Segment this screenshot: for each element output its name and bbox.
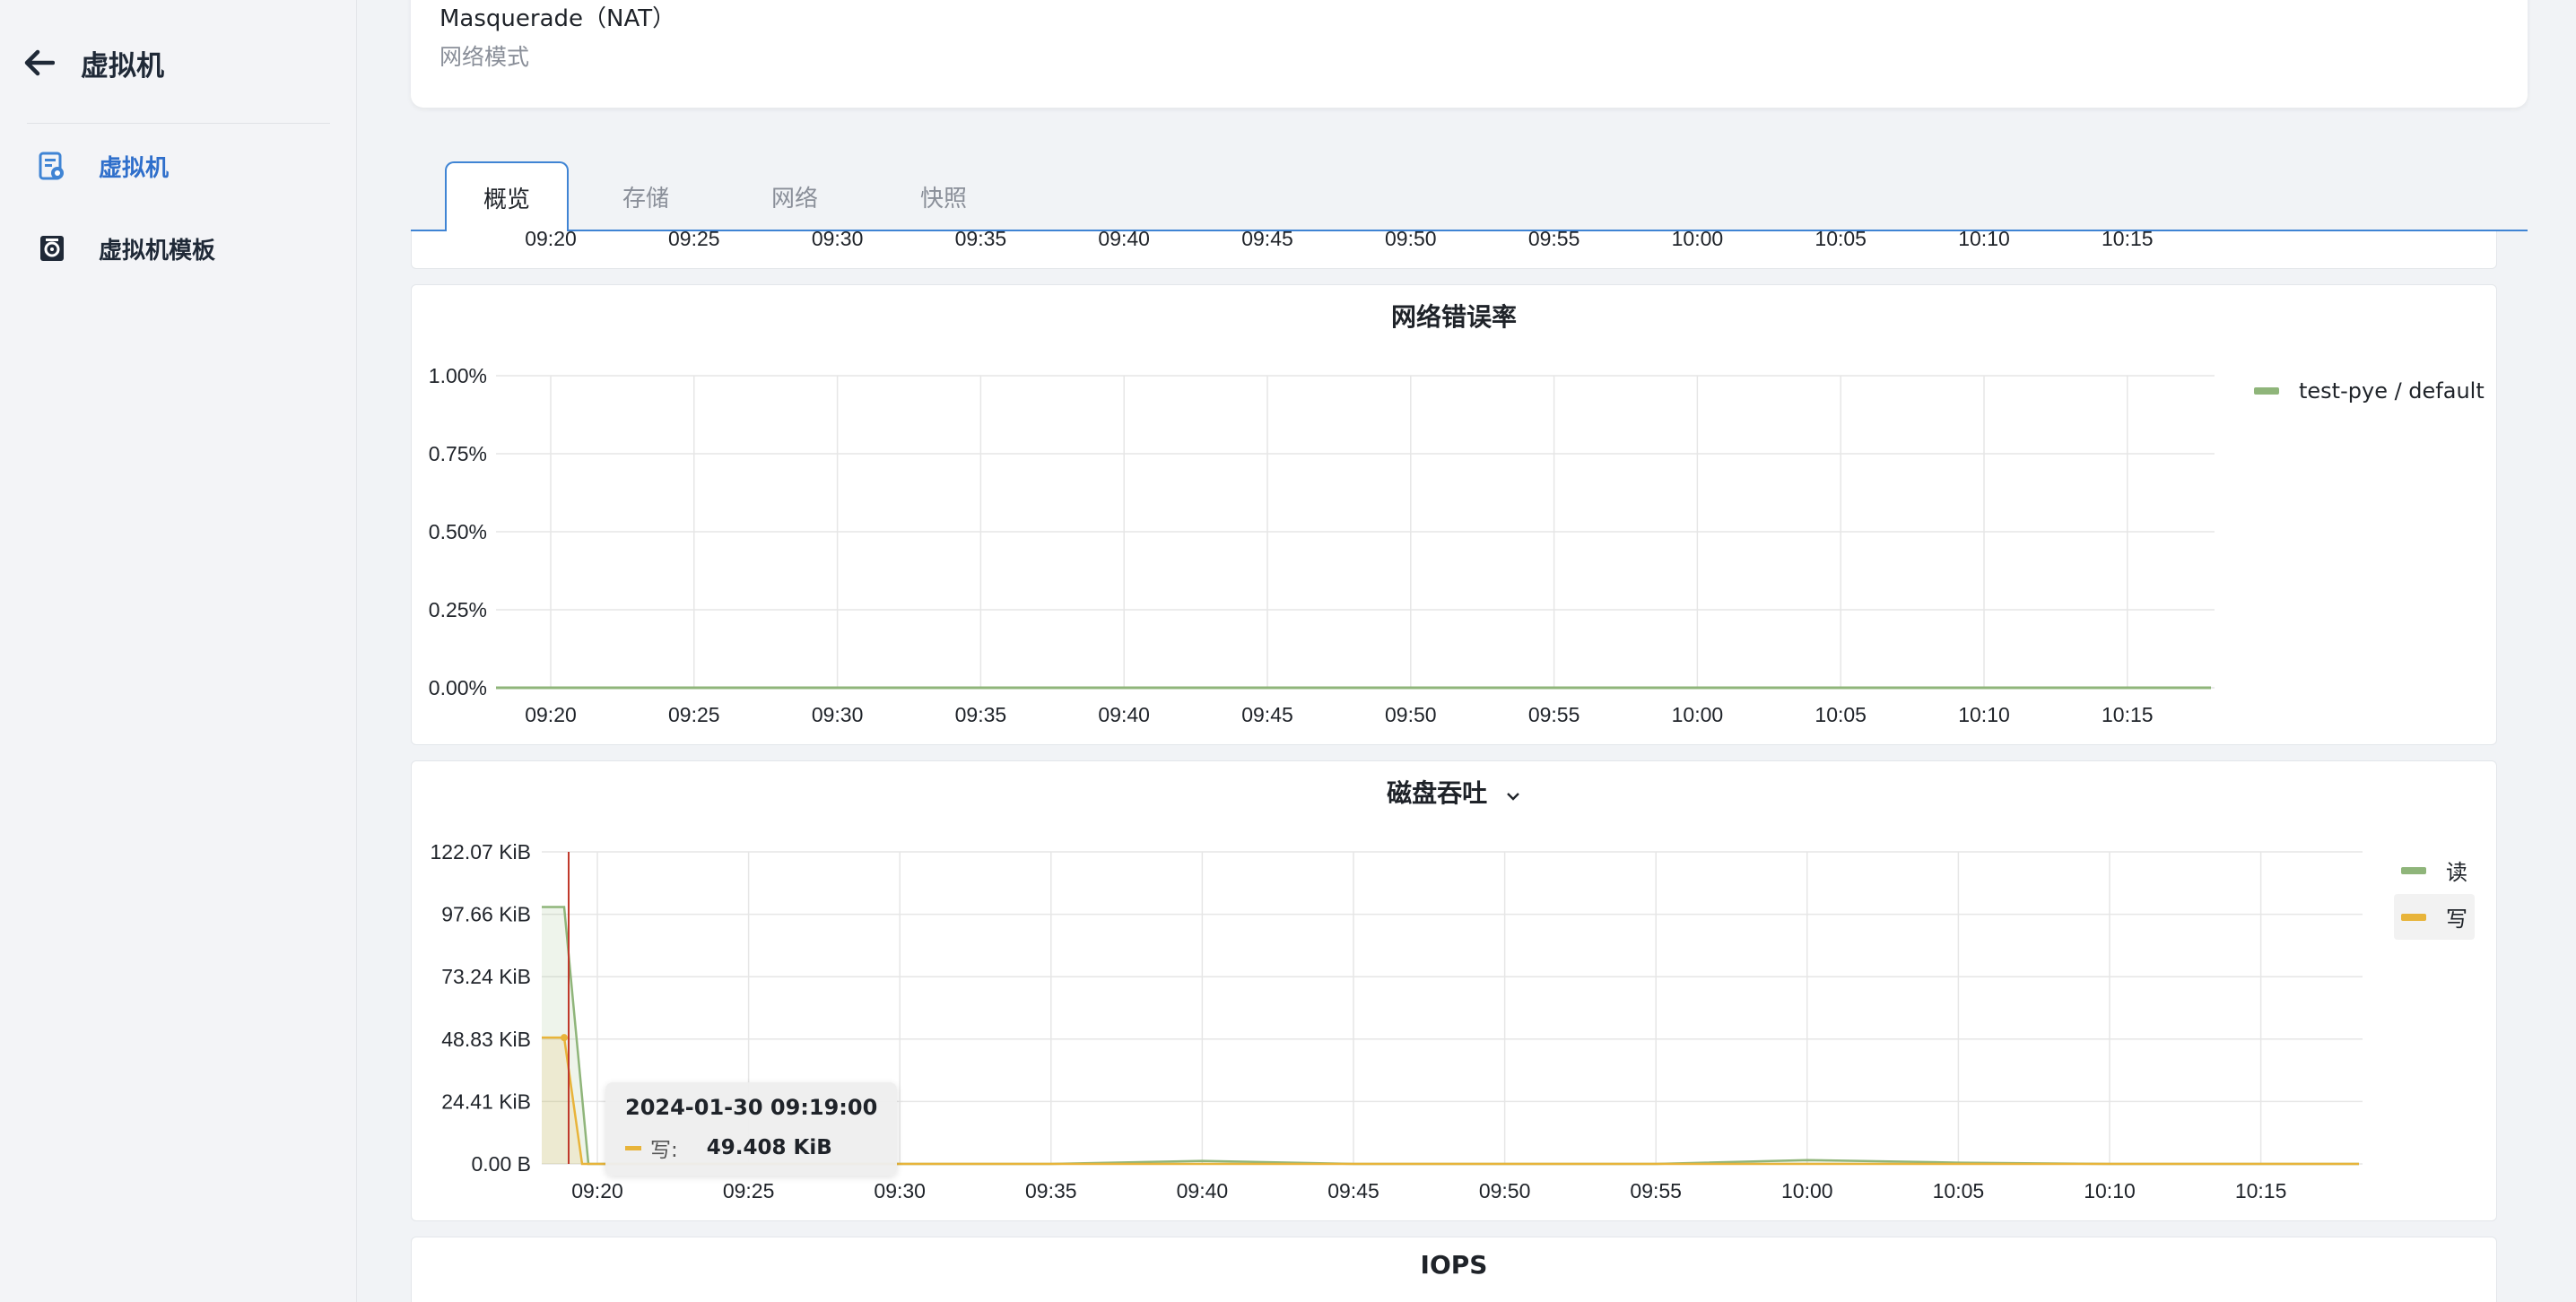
x-tick-label: 10:00	[1672, 231, 1724, 250]
tooltip-swatch	[625, 1145, 641, 1150]
x-tick-label: 09:50	[1479, 1179, 1531, 1202]
legend-label: 写	[2446, 907, 2467, 932]
sidebar: 虚拟机 虚拟机 虚拟机模板	[0, 0, 357, 1302]
x-tick-label: 10:05	[1933, 1179, 1985, 1202]
x-tick-label: 09:25	[668, 231, 720, 250]
previous-chart-axis: 09:20 09:25 09:30 09:35 09:40 09:45 09:50 09:55…	[525, 227, 2154, 250]
x-tick-label: 09:40	[1098, 703, 1150, 726]
x-tick-label: 09:35	[955, 703, 1007, 726]
x-tick-label: 09:40	[1098, 231, 1150, 250]
x-tick-label: 09:50	[1385, 231, 1437, 250]
main-content: Masquerade（NAT） 网络模式 概览 存储 网络 快照 09:20 09…	[357, 0, 2576, 1302]
legend-swatch	[2254, 387, 2279, 395]
legend-label: 读	[2446, 860, 2467, 885]
x-tick-label: 10:10	[1958, 231, 2010, 250]
vm-icon	[36, 150, 68, 182]
tab-overview[interactable]: 概览	[445, 161, 569, 233]
sidebar-item-vm-template[interactable]: 虚拟机模板	[36, 223, 332, 273]
y-tick-label: 0.25%	[429, 598, 487, 621]
x-tick-label: 10:15	[2102, 703, 2154, 726]
x-tick-label: 09:45	[1327, 1179, 1379, 1202]
sidebar-item-label: 虚拟机模板	[99, 237, 216, 265]
network-error-rate-chart: 0.00% 0.25% 0.50% 0.75% 1.00% 09:20 09:25 09:30…	[429, 364, 2215, 726]
y-tick-label: 0.50%	[429, 520, 487, 543]
sidebar-header: 虚拟机	[22, 41, 164, 84]
x-tick-label: 09:30	[812, 703, 864, 726]
data-point-highlight	[561, 1034, 568, 1042]
x-tick-label: 10:15	[2235, 1179, 2287, 1202]
x-tick-label: 09:40	[1177, 1179, 1229, 1202]
x-tick-label: 09:20	[525, 231, 577, 250]
x-tick-label: 09:45	[1241, 703, 1293, 726]
tooltip-row: 写: 49.408 KiB	[625, 1133, 877, 1163]
x-tick-label: 09:30	[812, 231, 864, 250]
network-error-rate-panel: 网络错误率 0.00% 0.25% 0.50% 0.75% 1.00% 09:20 09:2…	[411, 284, 2497, 745]
legend-item[interactable]: 读	[2401, 855, 2467, 886]
x-tick-label: 09:55	[1528, 703, 1580, 726]
sidebar-item-vm[interactable]: 虚拟机	[36, 141, 332, 191]
x-tick-label: 10:00	[1672, 703, 1724, 726]
legend-item[interactable]: test-pye / default	[2254, 378, 2485, 404]
sidebar-item-label: 虚拟机	[99, 154, 170, 182]
x-tick-label: 09:30	[874, 1179, 926, 1202]
disk-throughput-panel: 磁盘吞吐 0.00 B 24.41 KiB 48.83 KiB 73.24 KiB 97…	[411, 760, 2497, 1221]
x-tick-label: 09:55	[1630, 1179, 1682, 1202]
x-tick-label: 09:35	[955, 231, 1007, 250]
sidebar-divider	[27, 123, 330, 124]
x-tick-label: 10:00	[1781, 1179, 1833, 1202]
legend-label: test-pye / default	[2299, 378, 2485, 404]
tooltip-value: 49.408 KiB	[706, 1136, 832, 1159]
x-tick-label: 10:10	[2084, 1179, 2136, 1202]
tooltip-date: 2024-01-30 09:19:00	[625, 1095, 878, 1120]
y-tick-label: 122.07 KiB	[430, 840, 531, 864]
legend-item[interactable]: 写	[2394, 894, 2475, 940]
tab-snapshot[interactable]: 快照	[888, 161, 999, 231]
y-tick-label: 1.00%	[429, 364, 487, 387]
iops-panel: IOPS	[411, 1237, 2497, 1302]
back-arrow-icon[interactable]	[22, 45, 57, 81]
legend-swatch	[2401, 913, 2426, 921]
legend-swatch	[2401, 866, 2426, 874]
y-tick-label: 48.83 KiB	[441, 1028, 531, 1051]
x-tick-label: 09:45	[1241, 231, 1293, 250]
y-tick-label: 0.75%	[429, 442, 487, 465]
chart-tooltip: 2024-01-30 09:19:00 写: 49.408 KiB	[605, 1082, 898, 1176]
network-mode-label: 网络模式	[439, 44, 530, 70]
y-tick-label: 97.66 KiB	[441, 903, 531, 926]
x-tick-label: 09:20	[525, 703, 577, 726]
vm-template-icon	[36, 232, 68, 265]
sidebar-title: 虚拟机	[81, 49, 164, 82]
x-tick-label: 09:55	[1528, 231, 1580, 250]
x-tick-label: 09:25	[723, 1179, 775, 1202]
y-tick-label: 0.00%	[429, 676, 487, 699]
chart-title: IOPS	[1420, 1250, 1488, 1280]
network-info-card: Masquerade（NAT） 网络模式	[411, 0, 2528, 108]
y-tick-label: 73.24 KiB	[441, 965, 531, 988]
x-tick-label: 10:05	[1815, 231, 1867, 250]
x-tick-label: 09:25	[668, 703, 720, 726]
tab-network[interactable]: 网络	[739, 161, 850, 231]
x-tick-label: 10:10	[1958, 703, 2010, 726]
x-tick-label: 09:35	[1025, 1179, 1077, 1202]
network-mode-value: Masquerade（NAT）	[439, 5, 676, 32]
previous-chart-panel: 09:20 09:25 09:30 09:35 09:40 09:45 09:50 09:55…	[411, 227, 2497, 269]
x-tick-label: 10:15	[2102, 231, 2154, 250]
tab-bar: 概览 存储 网络 快照	[411, 161, 2528, 233]
x-tick-label: 09:50	[1385, 703, 1437, 726]
x-tick-label: 10:05	[1815, 703, 1867, 726]
y-tick-label: 24.41 KiB	[441, 1089, 531, 1113]
tooltip-series-name: 写:	[650, 1139, 678, 1162]
x-tick-label: 09:20	[571, 1179, 623, 1202]
tab-storage[interactable]: 存储	[590, 161, 701, 231]
y-tick-label: 0.00 B	[472, 1152, 532, 1176]
